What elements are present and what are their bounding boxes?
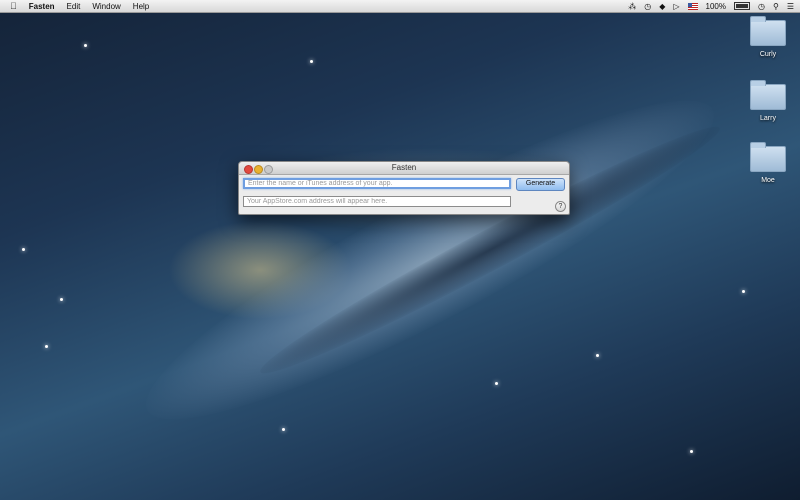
app-name-input[interactable] xyxy=(243,178,511,189)
star xyxy=(495,382,498,385)
battery-percent: 100% xyxy=(705,1,726,11)
fasten-window: Fasten Generate ? xyxy=(238,161,570,215)
galaxy-dust-lane xyxy=(251,110,729,390)
folder-moe[interactable]: Moe xyxy=(738,142,798,184)
star xyxy=(22,248,25,251)
window-title: Fasten xyxy=(391,163,417,172)
menu-edit[interactable]: Edit xyxy=(67,2,81,11)
list-icon[interactable]: ☰ xyxy=(787,2,794,11)
menu-help[interactable]: Help xyxy=(133,2,149,11)
folder-icon xyxy=(750,142,786,172)
volume-icon[interactable]: ▷ xyxy=(673,2,679,11)
menu-window[interactable]: Window xyxy=(92,2,120,11)
star xyxy=(596,354,599,357)
help-button[interactable]: ? xyxy=(555,201,566,212)
folder-curly[interactable]: Curly xyxy=(738,16,798,58)
wifi-icon[interactable]: ◆ xyxy=(659,2,665,11)
status-area: ⁂ ◷ ◆ ▷ 100% ◷ ⚲ ☰ xyxy=(628,0,794,12)
flag-icon[interactable] xyxy=(687,2,698,10)
search-icon[interactable]: ⚲ xyxy=(773,2,779,11)
folder-larry[interactable]: Larry xyxy=(738,80,798,122)
time-machine-icon[interactable]: ◷ xyxy=(644,2,651,11)
menu-bar:  Fasten Edit Window Help ⁂ ◷ ◆ ▷ 100% ◷… xyxy=(0,0,800,13)
folder-label: Larry xyxy=(760,115,776,122)
clock-icon[interactable]: ◷ xyxy=(758,2,765,11)
folder-icon xyxy=(750,16,786,46)
star xyxy=(45,345,48,348)
desktop-background xyxy=(0,0,800,500)
star xyxy=(60,298,63,301)
star xyxy=(690,450,693,453)
window-titlebar[interactable]: Fasten xyxy=(239,162,569,175)
battery-icon[interactable] xyxy=(733,2,750,10)
star xyxy=(742,290,745,293)
folder-icon xyxy=(750,80,786,110)
appstore-address-output[interactable] xyxy=(243,196,511,207)
star xyxy=(84,44,87,47)
folder-label: Moe xyxy=(761,177,775,184)
star xyxy=(310,60,313,63)
bluetooth-icon[interactable]: ⁂ xyxy=(628,2,636,11)
star xyxy=(282,428,285,431)
menu-app-name[interactable]: Fasten xyxy=(29,2,55,11)
apple-icon[interactable]:  xyxy=(10,1,17,11)
generate-button[interactable]: Generate xyxy=(516,178,565,191)
folder-label: Curly xyxy=(759,51,777,58)
